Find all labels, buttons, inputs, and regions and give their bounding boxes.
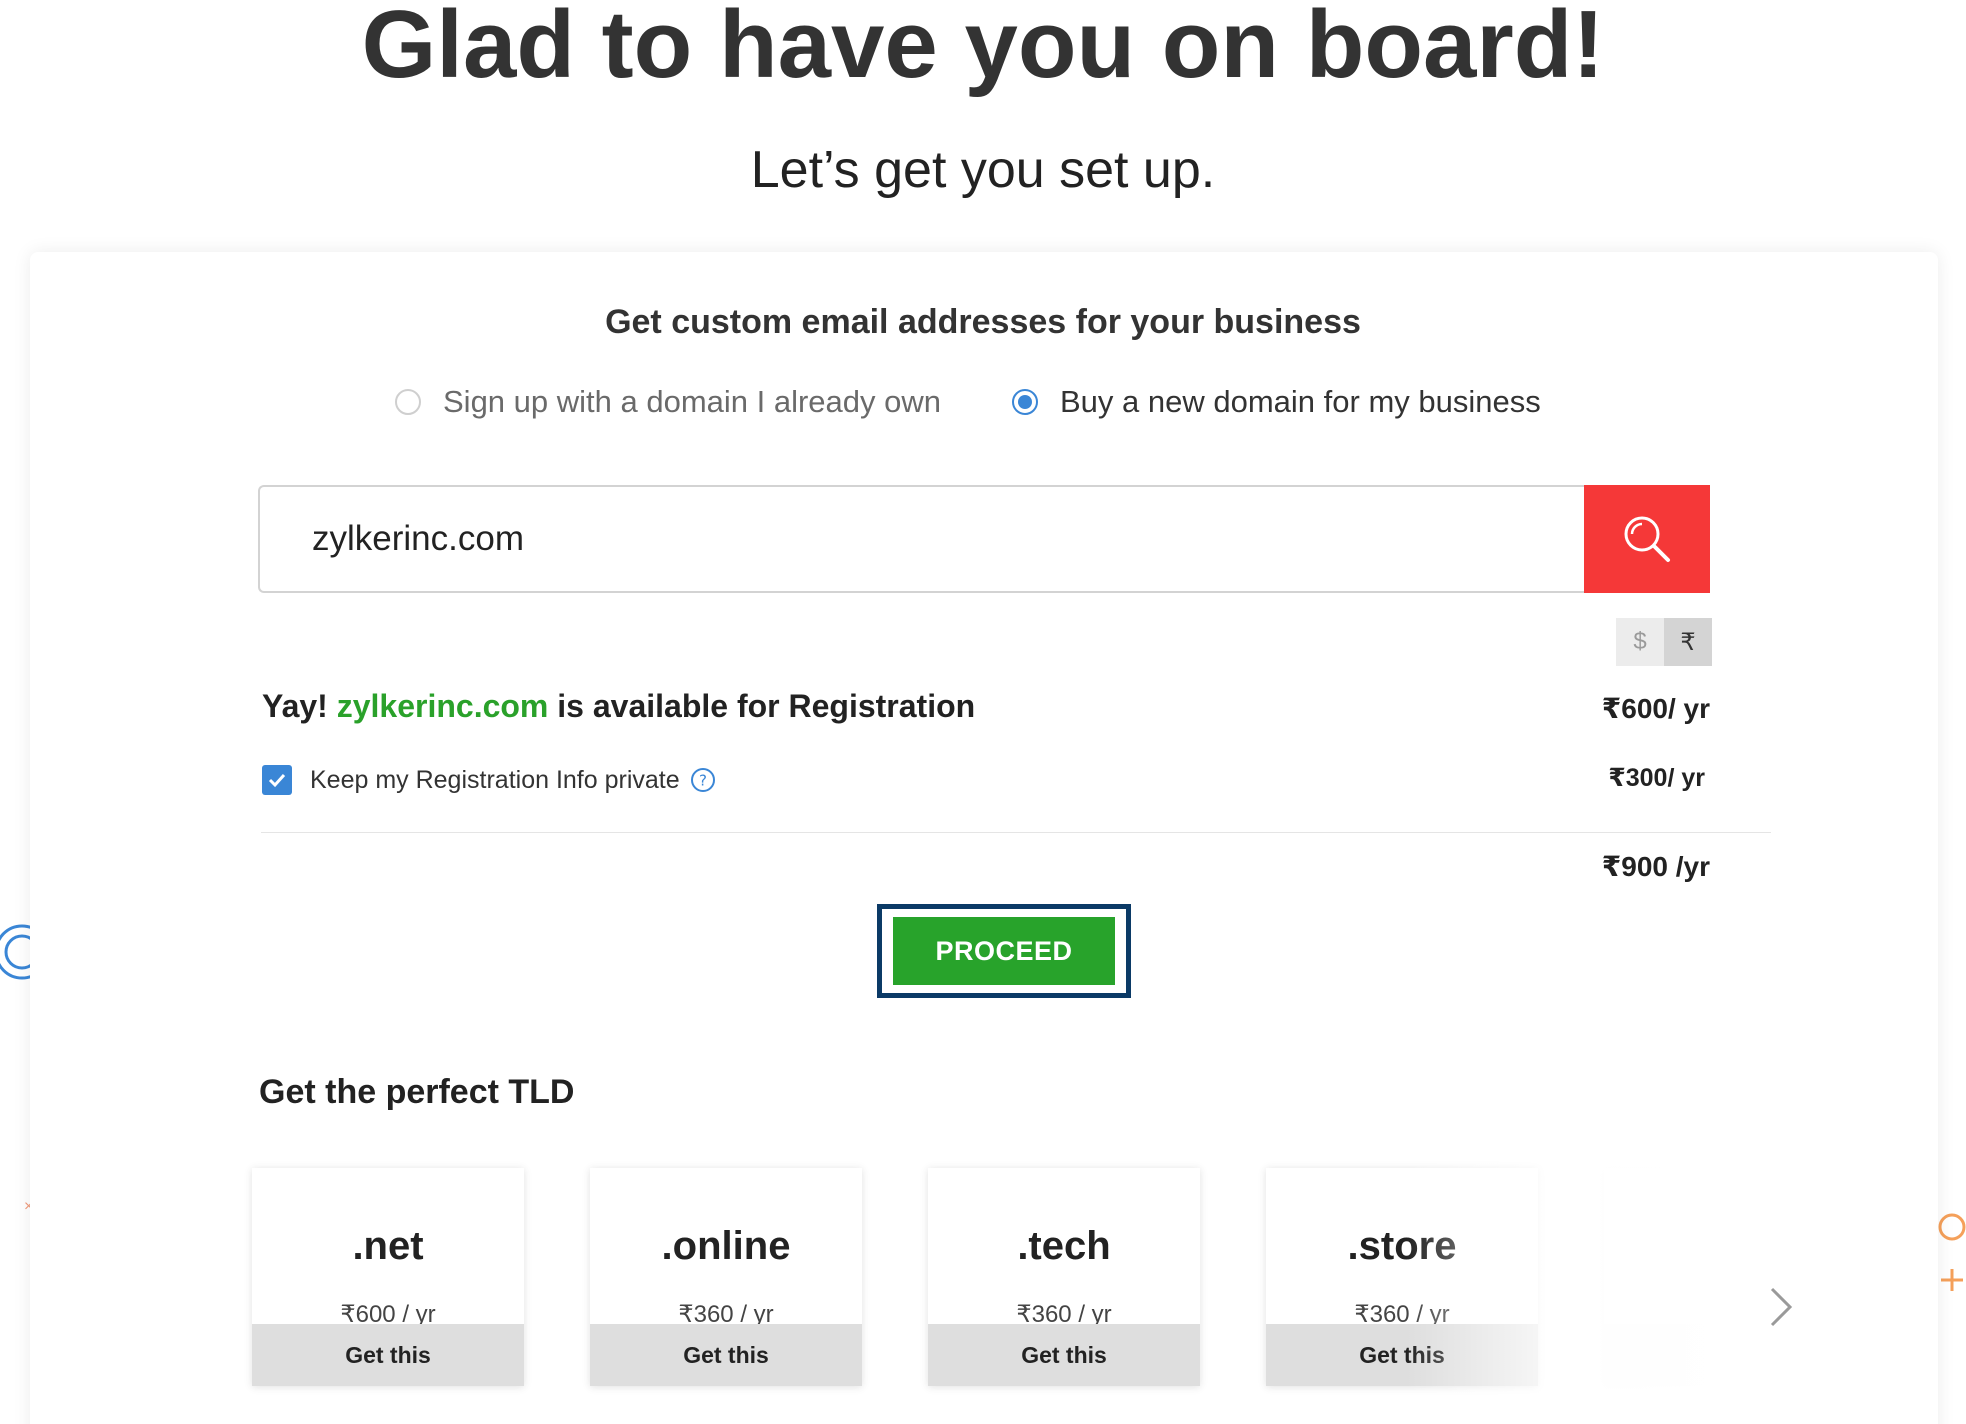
get-this-button[interactable]: Get this: [928, 1324, 1200, 1386]
proceed-button[interactable]: PROCEED: [893, 917, 1115, 985]
tld-name: .store: [1347, 1224, 1457, 1268]
checkmark-icon: [268, 773, 286, 788]
tld-carousel: .net ₹600 / yr Get this .online ₹360 / y…: [240, 1150, 1726, 1410]
total-price: ₹900 /yr: [1602, 850, 1710, 883]
privacy-option: Keep my Registration Info private ?: [262, 762, 716, 798]
tld-name: .tech: [1017, 1224, 1111, 1268]
currency-usd-button[interactable]: $: [1616, 618, 1664, 666]
domain-search-input[interactable]: [258, 485, 1586, 593]
svg-text:?: ?: [699, 772, 707, 790]
available-domain: zylkerinc.com: [336, 688, 549, 724]
availability-prefix: Yay!: [262, 688, 328, 724]
get-this-button[interactable]: Get this: [1266, 1324, 1538, 1386]
domain-option-group: Sign up with a domain I already own Buy …: [0, 380, 1966, 424]
currency-toggle: $ ₹: [1616, 618, 1712, 666]
currency-inr-button[interactable]: ₹: [1664, 618, 1712, 666]
divider: [261, 832, 1771, 833]
get-this-button[interactable]: Get this: [252, 1324, 524, 1386]
total-period: /yr: [1675, 851, 1710, 882]
radio-unselected-icon[interactable]: [395, 389, 421, 415]
option-existing-domain-label: Sign up with a domain I already own: [443, 384, 942, 419]
privacy-checkbox[interactable]: [262, 765, 292, 795]
tld-card-partial: .s ₹2 Ge: [1604, 1168, 1726, 1386]
privacy-price: ₹300/ yr: [1608, 764, 1705, 792]
option-new-domain-label: Buy a new domain for my business: [1060, 384, 1541, 419]
total-amount: ₹900: [1601, 851, 1668, 882]
signup-card-title: Get custom email addresses for your busi…: [605, 303, 1361, 341]
chevron-right-icon[interactable]: [1766, 1285, 1796, 1329]
availability-suffix: is available for Registration: [557, 688, 976, 724]
page-title: Glad to have you on board!: [361, 0, 1605, 98]
tld-card-net: .net ₹600 / yr Get this: [252, 1168, 524, 1386]
privacy-label: Keep my Registration Info private: [310, 765, 680, 794]
get-this-button[interactable]: Ge: [1604, 1324, 1726, 1386]
tld-card-store: .store ₹360 / yr Get this: [1266, 1168, 1538, 1386]
tld-name: .online: [661, 1224, 791, 1268]
option-existing-domain[interactable]: Sign up with a domain I already own: [395, 380, 941, 424]
domain-search-button[interactable]: [1584, 485, 1710, 593]
tld-name: .net: [352, 1224, 424, 1268]
onboarding-page: Glad to have you on board! Let’s get you…: [0, 0, 1966, 1424]
radio-selected-icon[interactable]: [1012, 389, 1038, 415]
availability-message: Yay! zylkerinc.com is available for Regi…: [262, 688, 975, 725]
domain-price: ₹600/ yr: [1601, 693, 1710, 724]
help-icon[interactable]: ?: [690, 767, 716, 793]
tld-name: .s: [1604, 1224, 1726, 1269]
tld-section-title: Get the perfect TLD: [259, 1073, 575, 1111]
proceed-focus-ring: PROCEED: [877, 904, 1131, 998]
search-icon: [1624, 516, 1670, 562]
get-this-button[interactable]: Get this: [590, 1324, 862, 1386]
domain-search: [258, 485, 1710, 593]
tld-card-tech: .tech ₹360 / yr Get this: [928, 1168, 1200, 1386]
option-new-domain[interactable]: Buy a new domain for my business: [1012, 380, 1541, 424]
page-subtitle: Let’s get you set up.: [750, 141, 1216, 199]
tld-card-online: .online ₹360 / yr Get this: [590, 1168, 862, 1386]
